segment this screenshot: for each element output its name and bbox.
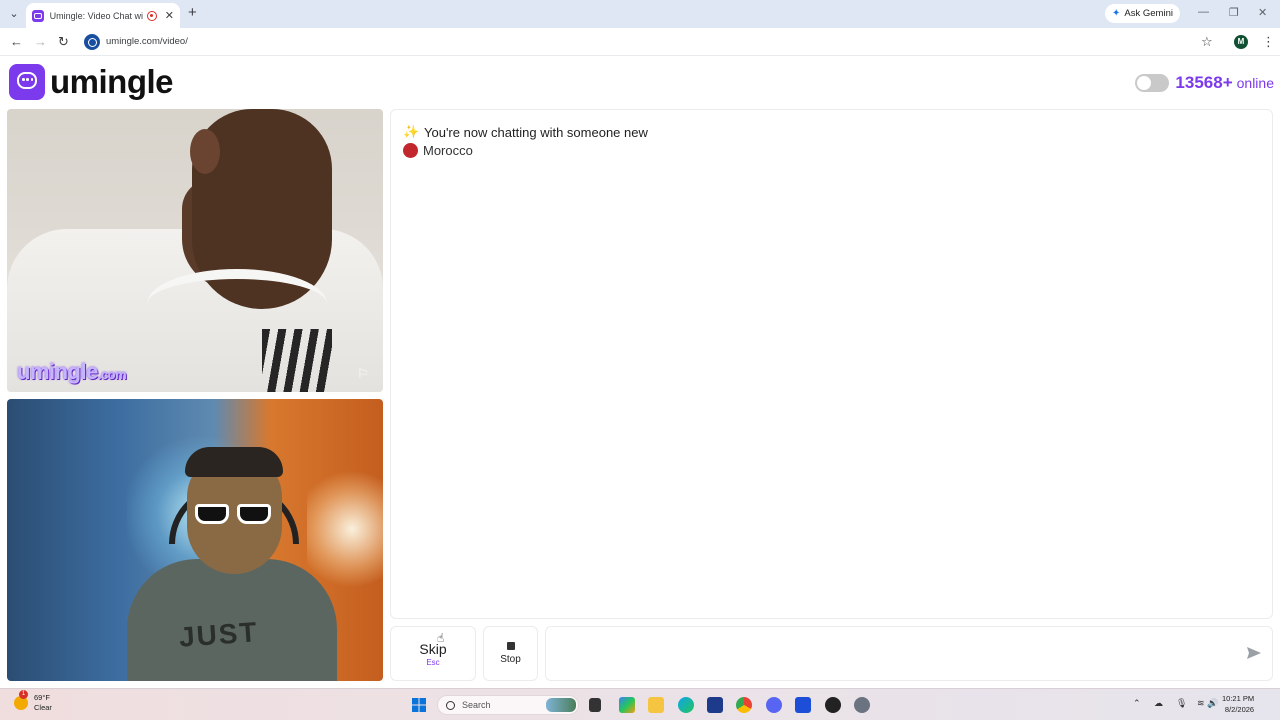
weather-widget[interactable]: 69°F Clear xyxy=(14,690,52,713)
tab-close-icon[interactable]: ✕ xyxy=(165,9,174,22)
clock-time: 10:21 PM xyxy=(1222,694,1255,703)
mouse-cursor-icon: ☝ xyxy=(437,631,445,645)
app-icon[interactable] xyxy=(825,697,841,713)
shirt-print-text: JUST xyxy=(177,616,260,653)
online-status: 13568+ online xyxy=(1135,73,1274,93)
gemini-sparkle-icon: ✦ xyxy=(1112,8,1121,19)
weather-desc: Clear xyxy=(34,703,52,712)
search-icon xyxy=(446,700,455,710)
tab-search-menu-icon[interactable]: ⌄ xyxy=(6,6,22,22)
tab-title: Umingle: Video Chat with S xyxy=(49,10,144,21)
chrome-icon[interactable] xyxy=(736,697,752,713)
volume-icon[interactable]: 🔊 xyxy=(1207,698,1218,709)
taskbar-search[interactable]: Search xyxy=(437,695,579,715)
task-view-icon[interactable] xyxy=(589,698,601,712)
discord-icon[interactable] xyxy=(766,697,782,713)
browser-menu-icon[interactable]: ⋮ xyxy=(1262,34,1275,50)
store-icon[interactable] xyxy=(707,697,723,713)
online-label: online xyxy=(1236,75,1274,91)
settings-gear-icon[interactable] xyxy=(854,697,870,713)
remote-desktop-icon[interactable] xyxy=(795,697,811,713)
profile-avatar[interactable]: M xyxy=(1234,35,1248,49)
reload-icon[interactable]: ↻ xyxy=(58,34,69,50)
tray-chevron-icon[interactable]: ⌃ xyxy=(1133,698,1141,709)
sparkle-icon: ✨ xyxy=(403,124,420,139)
browser-tab-strip: ⌄ Umingle: Video Chat with S ✕ + ✦ Ask G… xyxy=(0,0,1280,28)
stop-icon xyxy=(506,642,515,650)
onedrive-icon[interactable]: ☁ xyxy=(1154,698,1163,709)
minimize-button[interactable]: — xyxy=(1198,6,1209,18)
umingle-logo[interactable]: umingle xyxy=(9,63,174,101)
local-video: JUST xyxy=(7,399,383,681)
file-explorer-icon[interactable] xyxy=(648,697,664,713)
umingle-watermark: umingle.com xyxy=(17,359,127,384)
weather-icon xyxy=(14,690,28,710)
logo-text: umingle xyxy=(50,63,174,100)
send-icon[interactable] xyxy=(1246,645,1262,661)
windows-start-icon[interactable] xyxy=(411,697,427,713)
browser-toolbar: ← → ↻ umingle.com/video/ ☆ M ⋮ xyxy=(0,28,1280,56)
report-flag-icon[interactable]: ⚐ xyxy=(357,366,373,382)
ask-gemini-button[interactable]: ✦ Ask Gemini xyxy=(1105,4,1180,23)
search-highlight-icon xyxy=(546,698,576,712)
skip-shortcut: Esc xyxy=(426,657,440,667)
bookmark-star-icon[interactable]: ☆ xyxy=(1201,34,1213,50)
site-info-icon[interactable] xyxy=(84,34,100,50)
morocco-flag-icon xyxy=(403,143,418,158)
weather-temp: 69°F xyxy=(34,693,50,702)
back-icon[interactable]: ← xyxy=(10,34,23,50)
address-bar[interactable]: umingle.com/video/ xyxy=(106,36,188,47)
chat-log: ✨ You're now chatting with someone new M… xyxy=(390,109,1273,619)
taskbar-clock[interactable]: 10:21 PM 8/2/2026 xyxy=(1222,693,1254,715)
stop-button[interactable]: Stop xyxy=(483,626,538,681)
stop-label: Stop xyxy=(500,654,521,665)
country-name: Morocco xyxy=(423,143,473,158)
umingle-favicon-icon xyxy=(32,9,44,22)
wifi-icon[interactable]: ≋ xyxy=(1197,698,1205,709)
copilot-icon[interactable] xyxy=(619,697,635,713)
chat-bubble-logo-icon xyxy=(9,64,45,100)
forward-icon[interactable]: → xyxy=(34,34,47,50)
edge-icon[interactable] xyxy=(678,697,694,713)
search-placeholder: Search xyxy=(462,700,491,710)
new-tab-button[interactable]: + xyxy=(188,5,197,21)
windows-taskbar: 69°F Clear Search ⌃ ☁ 🎙 ≋ 🔊 10:21 PM 8/2… xyxy=(0,688,1280,720)
recording-indicator-icon xyxy=(147,10,157,21)
tab-umingle[interactable]: Umingle: Video Chat with S ✕ xyxy=(26,3,180,28)
system-message: ✨ You're now chatting with someone new xyxy=(403,124,648,140)
message-input[interactable] xyxy=(554,635,1234,673)
clock-date: 8/2/2026 xyxy=(1224,705,1255,714)
skip-button[interactable]: Skip Esc xyxy=(390,626,476,681)
close-window-button[interactable]: ✕ xyxy=(1258,6,1267,19)
partner-country: Morocco xyxy=(403,143,473,158)
ask-gemini-label: Ask Gemini xyxy=(1124,8,1173,19)
remote-video: umingle.com ⚐ xyxy=(7,109,383,392)
theme-toggle[interactable] xyxy=(1135,74,1170,92)
online-count: 13568+ xyxy=(1175,73,1233,92)
message-composer xyxy=(545,626,1273,681)
microphone-icon[interactable]: 🎙 xyxy=(1176,698,1187,709)
system-message-text: You're now chatting with someone new xyxy=(424,124,648,140)
restore-button[interactable]: ❐ xyxy=(1229,6,1239,19)
